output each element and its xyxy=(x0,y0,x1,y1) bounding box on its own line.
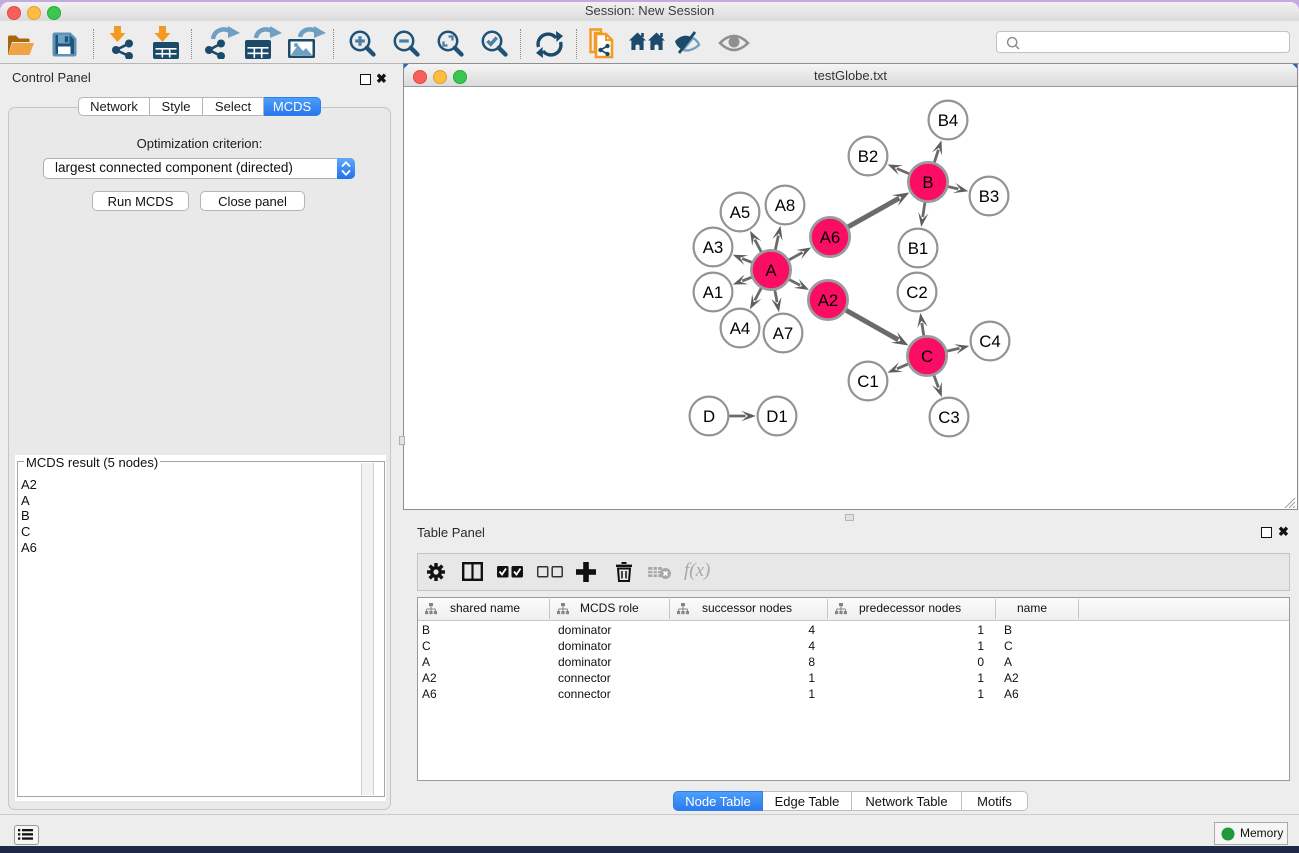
svg-text:A6: A6 xyxy=(820,228,841,247)
svg-text:C: C xyxy=(921,347,933,366)
svg-text:C1: C1 xyxy=(857,372,878,391)
svg-text:A1: A1 xyxy=(703,283,724,302)
svg-text:A5: A5 xyxy=(730,203,751,222)
svg-text:C4: C4 xyxy=(979,332,1000,351)
svg-text:C2: C2 xyxy=(906,283,927,302)
svg-text:A2: A2 xyxy=(818,291,839,310)
svg-text:B4: B4 xyxy=(938,111,959,130)
svg-text:A4: A4 xyxy=(730,319,751,338)
svg-text:A: A xyxy=(765,261,777,280)
svg-text:B3: B3 xyxy=(979,187,1000,206)
svg-text:C3: C3 xyxy=(938,408,959,427)
svg-text:B2: B2 xyxy=(858,147,879,166)
svg-text:A3: A3 xyxy=(703,238,724,257)
svg-text:B1: B1 xyxy=(908,239,929,258)
svg-text:D: D xyxy=(703,407,715,426)
svg-text:D1: D1 xyxy=(766,407,787,426)
svg-text:A8: A8 xyxy=(775,196,796,215)
svg-text:B: B xyxy=(922,173,933,192)
svg-text:A7: A7 xyxy=(773,324,794,343)
